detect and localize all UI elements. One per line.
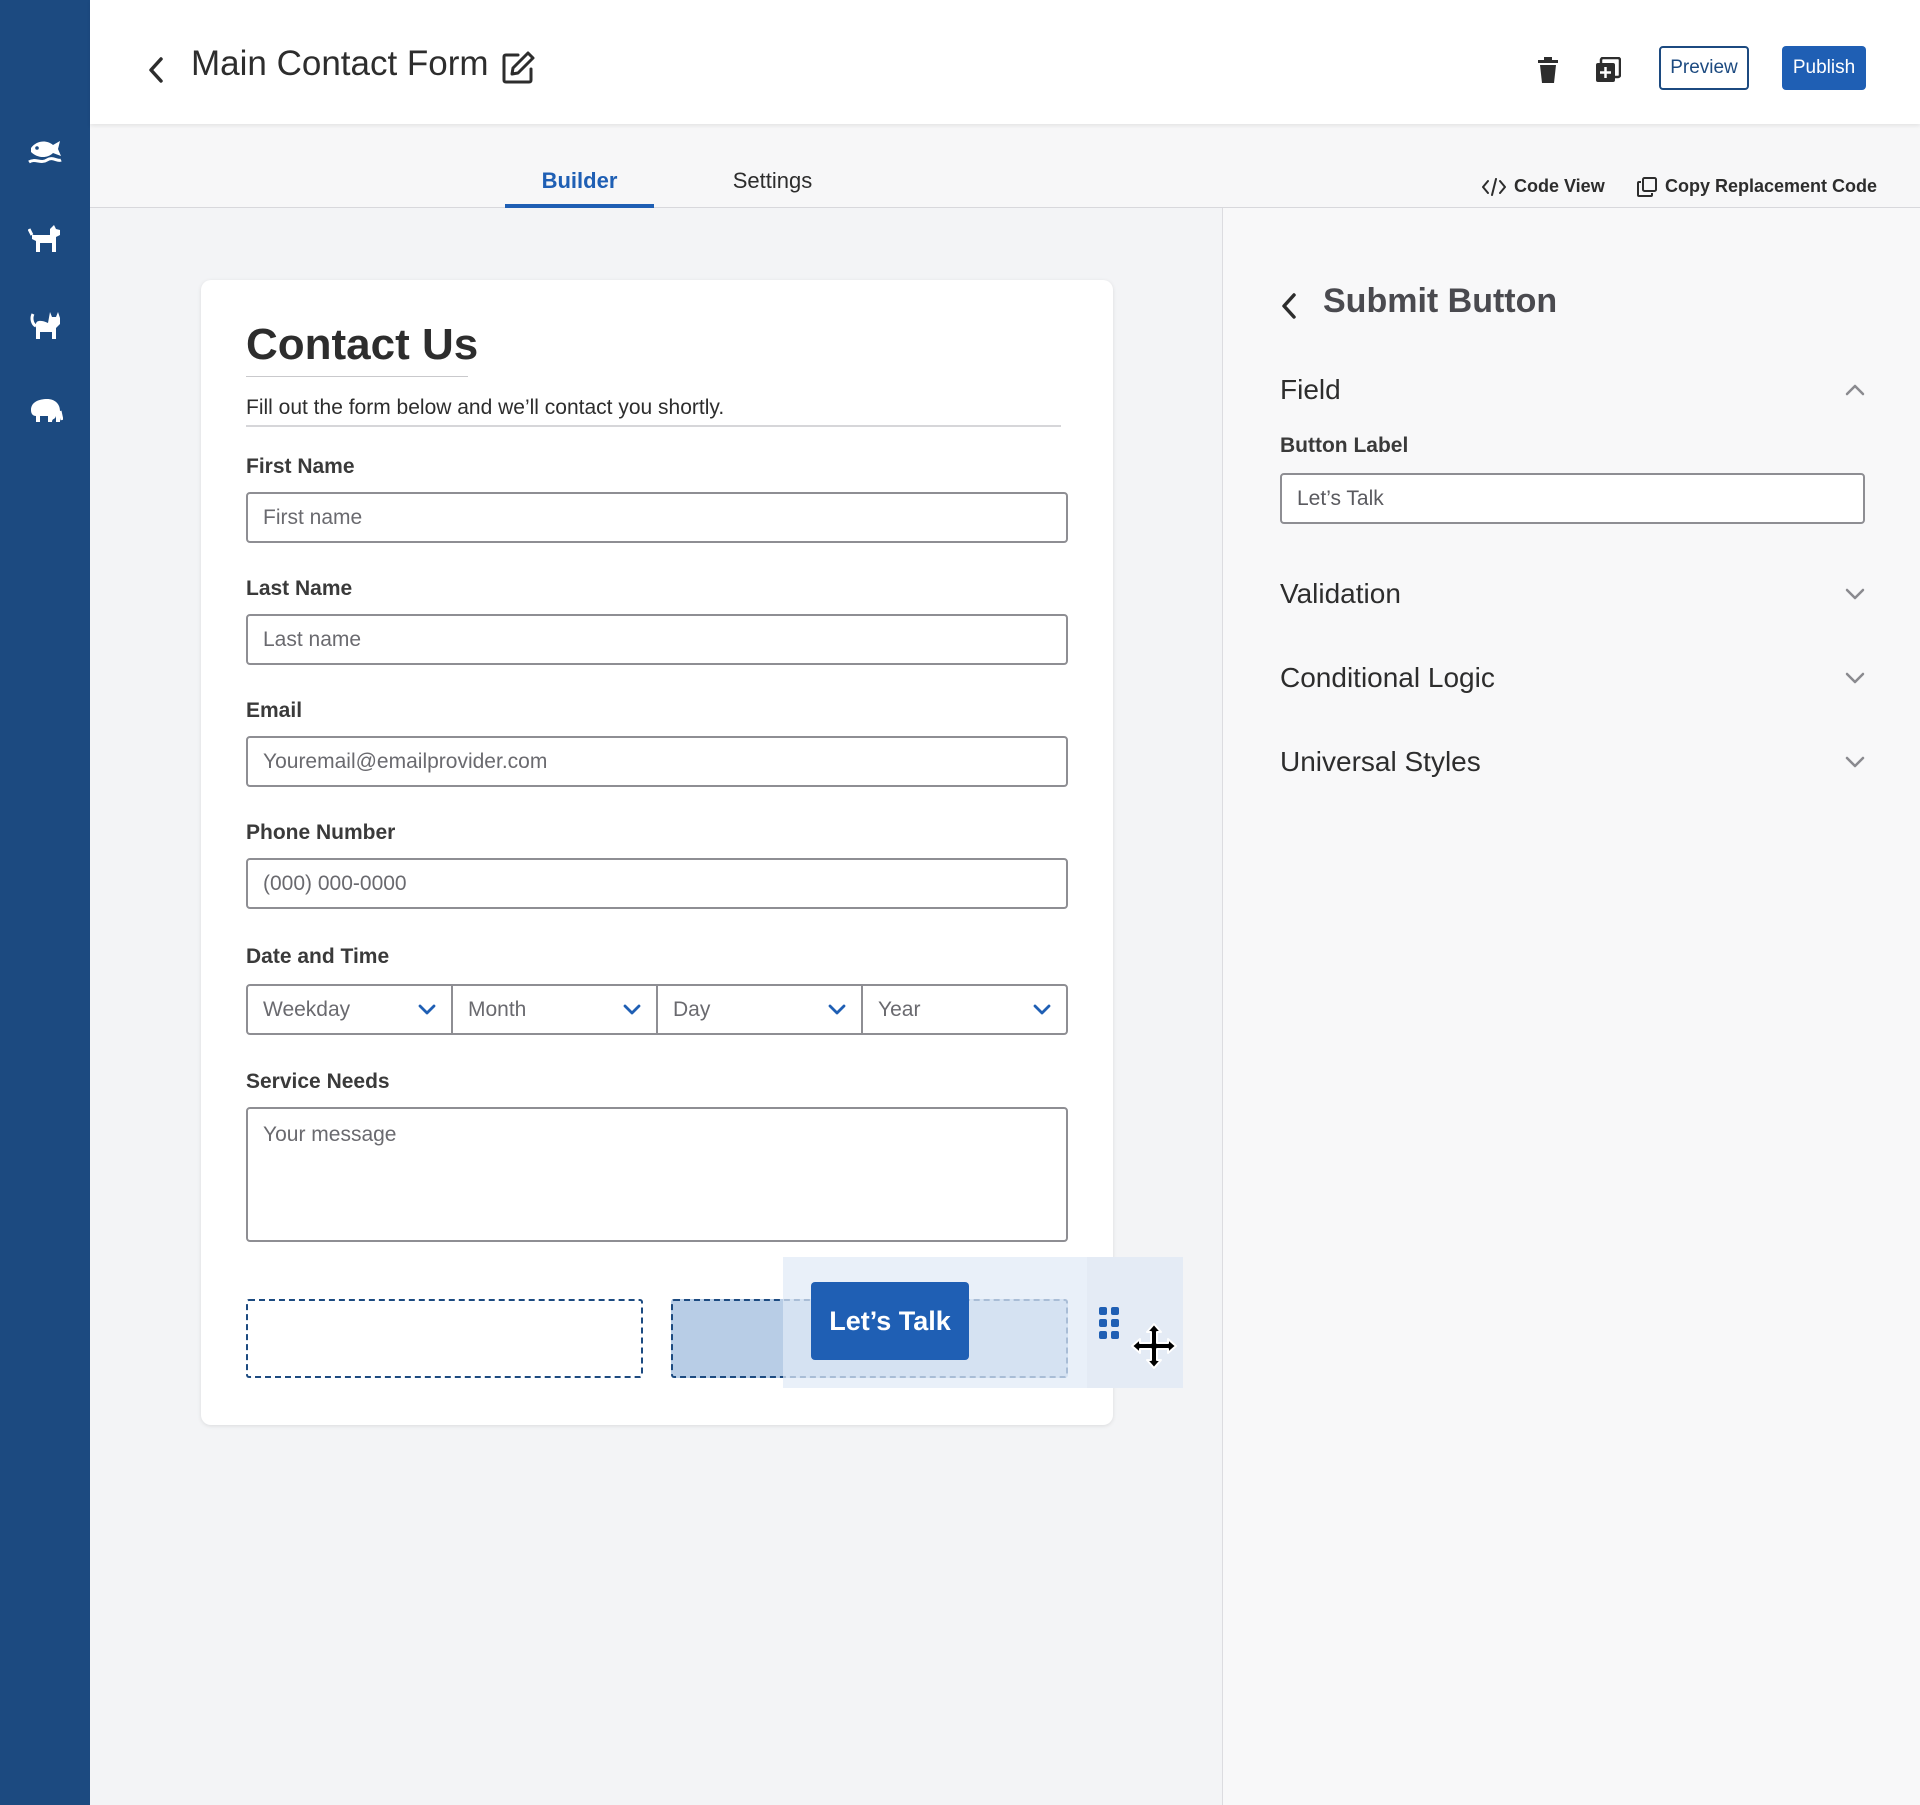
copy-replacement-code-label: Copy Replacement Code [1665,176,1878,196]
cat-icon[interactable] [23,303,67,347]
publish-button[interactable]: Publish [1782,46,1866,90]
section-field-header[interactable]: Field [1280,370,1865,410]
code-view-label: Code View [1514,176,1605,196]
date-time-selects: Weekday Month Day Year [246,984,1068,1035]
chevron-down-icon [1845,756,1865,768]
section-validation-header[interactable]: Validation [1280,574,1865,614]
duplicate-button[interactable] [1590,52,1626,88]
copy-icon [1637,176,1657,197]
weekday-select-value: Weekday [263,997,351,1021]
year-select-value: Year [878,997,921,1021]
preview-button[interactable]: Preview [1659,46,1749,90]
chevron-up-icon [1845,384,1865,396]
panel-back-button[interactable] [1275,286,1303,326]
year-select[interactable]: Year [861,984,1068,1035]
chevron-down-icon [418,1004,436,1014]
drop-zone-left[interactable] [246,1299,643,1378]
button-label-input[interactable] [1280,473,1865,524]
left-rail [0,0,90,1805]
chevron-left-icon [1282,293,1296,319]
code-icon [1482,177,1506,196]
first-name-label: First Name [246,455,355,478]
properties-panel: Submit Button Field Button Label Validat… [1222,208,1920,1805]
tab-bar: Builder Settings Code View Copy Replacem… [90,124,1920,208]
form-title[interactable]: Contact Us [246,320,478,370]
service-needs-textarea[interactable] [246,1107,1068,1242]
move-cursor-icon [1130,1322,1178,1370]
copy-replacement-code-button[interactable]: Copy Replacement Code [1637,176,1877,197]
submit-button-dragging[interactable]: Let’s Talk [811,1282,969,1360]
day-select[interactable]: Day [656,984,863,1035]
chevron-down-icon [623,1004,641,1014]
first-name-input[interactable] [246,492,1068,543]
service-needs-label: Service Needs [246,1070,390,1093]
tab-builder[interactable]: Builder [505,168,654,194]
email-label: Email [246,699,303,722]
weekday-select[interactable]: Weekday [246,984,453,1035]
date-time-label: Date and Time [246,945,390,968]
section-conditional-logic-label: Conditional Logic [1280,662,1495,693]
code-view-button[interactable]: Code View [1482,176,1605,197]
section-universal-styles-header[interactable]: Universal Styles [1280,742,1865,782]
panel-title: Submit Button [1323,282,1558,320]
last-name-label: Last Name [246,577,353,600]
trash-icon [1538,57,1558,83]
phone-label: Phone Number [246,821,396,844]
month-select[interactable]: Month [451,984,658,1035]
last-name-input[interactable] [246,614,1068,665]
month-select-value: Month [468,997,527,1021]
chevron-down-icon [1845,672,1865,684]
section-field-label: Field [1280,374,1341,405]
fish-icon[interactable] [23,129,67,173]
edit-icon [502,51,535,84]
section-validation-label: Validation [1280,578,1401,609]
edit-title-button[interactable] [500,50,540,90]
email-input[interactable] [246,736,1068,787]
chevron-left-icon [149,57,163,83]
chevron-down-icon [828,1004,846,1014]
duplicate-icon [1596,57,1621,82]
form-subtitle[interactable]: Fill out the form below and we’ll contac… [246,396,724,420]
subtitle-divider [246,425,1061,427]
back-button[interactable] [142,50,170,90]
delete-button[interactable] [1530,52,1566,88]
tab-settings[interactable]: Settings [700,168,845,194]
chevron-down-icon [1845,588,1865,600]
drag-handle-icon[interactable] [1098,1306,1122,1340]
phone-input[interactable] [246,858,1068,909]
day-select-value: Day [673,997,711,1021]
button-label-label: Button Label [1280,434,1409,457]
chevron-down-icon [1033,1004,1051,1014]
elephant-icon[interactable] [23,389,67,433]
page-title: Main Contact Form [191,44,489,83]
title-divider [246,376,468,377]
top-bar: Main Contact Form Preview Publish [90,0,1920,124]
section-universal-styles-label: Universal Styles [1280,746,1481,777]
section-conditional-logic-header[interactable]: Conditional Logic [1280,658,1865,698]
form-card: Contact Us Fill out the form below and w… [201,280,1113,1425]
dog-icon[interactable] [23,216,67,260]
